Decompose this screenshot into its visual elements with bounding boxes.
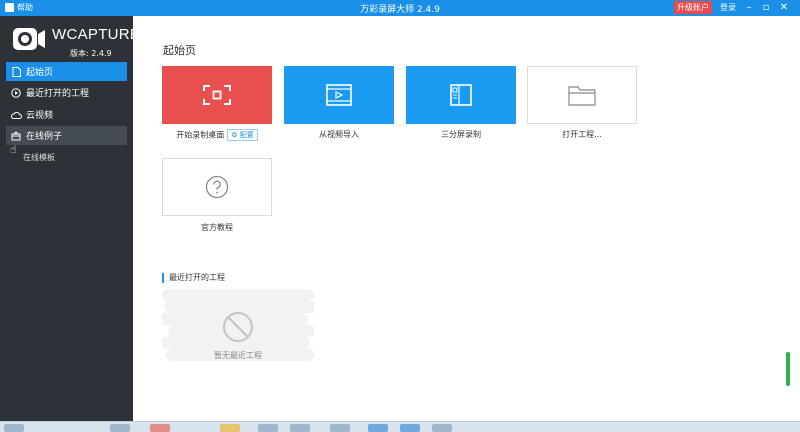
import-video-label: 从视频导入 [319, 130, 359, 139]
play-circle-icon [10, 87, 22, 98]
taskbar [0, 421, 800, 432]
record-desktop-tile[interactable] [162, 66, 272, 124]
page-icon [10, 66, 22, 77]
version-label: 版本: 2.4.9 [70, 49, 112, 58]
cloud-icon [10, 111, 22, 119]
official-tutorial-tile[interactable] [162, 158, 272, 216]
film-icon [326, 84, 352, 106]
gift-icon [10, 130, 22, 141]
close-icon: ✕ [779, 2, 789, 13]
sidebar-item-online-examples[interactable]: 在线例子 [6, 126, 127, 145]
config-label: 配置 [239, 131, 254, 139]
sidebar-item-recent-projects[interactable]: 最近打开的工程 [6, 83, 127, 102]
sidebar: WCAPTURE 版本: 2.4.9 起始页 最近打开的工程 云视频 在线例子 … [0, 16, 140, 421]
question-icon [205, 175, 229, 199]
maximize-icon: ▫ [762, 2, 770, 13]
sidebar-item-label: 在线例子 [26, 132, 63, 142]
app-logo: WCAPTURE 版本: 2.4.9 [12, 24, 140, 66]
record-screen-icon [203, 85, 231, 105]
minimize-icon: – [746, 2, 752, 13]
sidebar-subitem-online-templates[interactable]: 在线模板 [23, 152, 55, 163]
sidebar-item-label: 最近打开的工程 [26, 89, 90, 99]
start-page: 起始页 开始录制桌面 ⚙ 配置 从视频导入 三分屏录制 打开工程... 官方教程… [133, 16, 800, 421]
close-button[interactable]: ✕ [778, 1, 790, 14]
empty-state-text: 暂无最近工程 [214, 351, 262, 360]
login-link[interactable]: 登录 [720, 2, 736, 13]
config-button[interactable]: ⚙ 配置 [227, 129, 258, 141]
camera-logo-icon [13, 28, 45, 50]
brand-name: WCAPTURE [52, 26, 141, 43]
sidebar-item-start-page[interactable]: 起始页 [6, 62, 127, 81]
tile-label: 开始录制桌面 [176, 130, 225, 140]
sidebar-item-label: 云视频 [26, 111, 54, 121]
minimize-button[interactable]: – [743, 1, 755, 14]
recent-projects-empty-state: 暂无最近工程 [158, 287, 318, 369]
split-screen-record-label: 三分屏录制 [441, 130, 481, 139]
sidebar-item-label: 起始页 [26, 68, 54, 78]
official-tutorial-label: 官方教程 [201, 223, 233, 232]
folder-icon [568, 86, 596, 106]
record-desktop-label: 开始录制桌面 ⚙ 配置 [162, 129, 272, 141]
title-bar: 帮助 万彩录屏大师 2.4.9 升级账户 登录 – ▫ ✕ [0, 0, 800, 16]
upgrade-account-button[interactable]: 升级账户 [674, 1, 712, 14]
sidebar-item-cloud-video[interactable]: 云视频 [6, 105, 127, 124]
gear-icon: ⚙ [231, 131, 238, 139]
hand-cursor-icon: ☝ [10, 143, 17, 156]
maximize-button[interactable]: ▫ [760, 1, 772, 14]
split-screen-icon [450, 84, 472, 106]
side-scroll-indicator[interactable] [786, 352, 790, 386]
import-video-tile[interactable] [284, 66, 394, 124]
open-project-tile[interactable] [527, 66, 637, 124]
recent-projects-heading: 最近打开的工程 [162, 273, 225, 283]
split-screen-record-tile[interactable] [406, 66, 516, 124]
page-title: 起始页 [163, 44, 196, 57]
open-project-label: 打开工程... [562, 130, 602, 139]
